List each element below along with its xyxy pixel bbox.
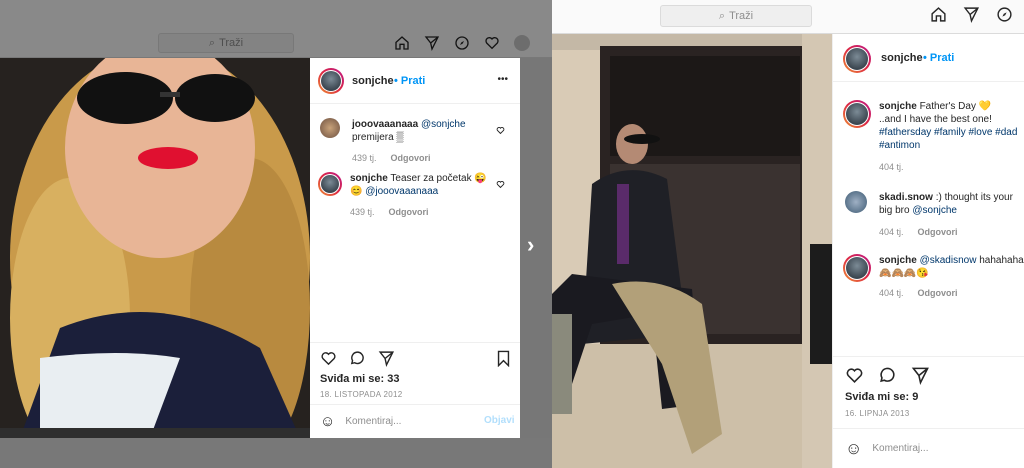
overlay	[0, 438, 552, 468]
save-icon[interactable]	[496, 350, 511, 367]
mention-link[interactable]: @sonjche	[421, 119, 466, 130]
post-photo	[0, 58, 310, 438]
comment: sonjche @skadisnow hahahaha 🙈🙈🙈😘 404 tj.…	[843, 254, 1024, 298]
right-browser-window: ⌕ Traži sonjche • Prati sonjche Father's…	[552, 0, 1024, 468]
comment-text: big bro	[879, 205, 910, 216]
post-date: 18. LISTOPADA 2012	[320, 390, 403, 399]
likes-count[interactable]: Sviđa mi se: 9	[845, 391, 918, 403]
avatar[interactable]	[843, 100, 871, 128]
nav-icons	[930, 6, 1013, 23]
post-side-panel: sonjche • Prati sonjche Father's Day 💛 .…	[832, 34, 1024, 468]
post-header: sonjche • Prati	[833, 34, 1024, 82]
search-icon: ⌕	[718, 9, 726, 22]
avatar[interactable]	[318, 172, 342, 196]
avatar[interactable]	[845, 191, 867, 213]
reply-link[interactable]: Odgovori	[918, 288, 958, 298]
reply-link[interactable]: Odgovori	[391, 153, 431, 163]
avatar[interactable]	[843, 45, 871, 73]
overlay	[0, 0, 552, 58]
post-header: sonjche • Prati •••	[310, 58, 520, 104]
comment-text: premijera ▒	[352, 132, 404, 143]
post-side-panel: sonjche • Prati ••• jooovaaanaaa @sonjch…	[310, 58, 520, 438]
divider	[833, 356, 1024, 357]
avatar[interactable]	[843, 254, 871, 282]
post-username[interactable]: sonjche	[881, 52, 923, 64]
comment: sonjche Teaser za početak 😜 😊 @jooovaaan…	[318, 172, 508, 217]
more-options-icon[interactable]: •••	[497, 74, 508, 85]
left-browser-window: ⌕ Traži sonjche • Prati ••• jooovaaanaaa…	[0, 0, 552, 468]
mention-link[interactable]: @sonjche	[912, 205, 957, 216]
mention-link[interactable]: @jooovaaanaaa	[365, 186, 438, 197]
avatar[interactable]	[318, 68, 344, 94]
emoji-icon[interactable]: ☺	[845, 439, 862, 459]
comment-placeholder: Komentiraj...	[345, 416, 402, 427]
comment: skadi.snow :) thought its your big bro @…	[845, 191, 1024, 237]
comment-username[interactable]: sonjche	[350, 173, 388, 184]
comment-time: 404 tj.	[879, 288, 904, 298]
comment-icon[interactable]	[878, 366, 897, 385]
like-comment-icon[interactable]	[496, 180, 505, 189]
comment-input[interactable]: ☺ Komentiraj...	[833, 428, 1024, 468]
direct-icon[interactable]	[963, 6, 980, 23]
comment-text: hahahaha	[979, 255, 1024, 266]
comment: jooovaaanaaa @sonjche premijera ▒ 439 tj…	[320, 118, 510, 163]
likes-count[interactable]: Sviđa mi se: 33	[320, 373, 400, 385]
post-username[interactable]: sonjche	[352, 75, 394, 87]
follow-button[interactable]: • Prati	[394, 75, 425, 87]
comment-time: 439 tj.	[352, 153, 377, 163]
comment-icon[interactable]	[349, 350, 366, 367]
comment-username[interactable]: jooovaaanaaa	[352, 119, 418, 130]
post-actions	[845, 366, 930, 385]
reply-link[interactable]: Odgovori	[389, 207, 429, 217]
follow-button[interactable]: • Prati	[923, 52, 954, 64]
like-icon[interactable]	[320, 350, 337, 367]
hashtags[interactable]: #antimon	[879, 139, 1017, 152]
comment-text: Teaser za početak 😜	[390, 173, 487, 184]
comment-placeholder: Komentiraj...	[872, 443, 929, 454]
overlay	[520, 58, 552, 438]
comment-time: 404 tj.	[879, 227, 904, 237]
post-comment-button[interactable]: Objavi	[484, 415, 515, 426]
instagram-header: ⌕ Traži	[552, 0, 1024, 34]
home-icon[interactable]	[930, 6, 947, 23]
next-post-arrow[interactable]: ›	[527, 232, 534, 258]
comment-time: 439 tj.	[350, 207, 375, 217]
comment-text: :) thought its your	[935, 192, 1013, 203]
reply-link[interactable]: Odgovori	[918, 227, 958, 237]
avatar[interactable]	[320, 118, 340, 138]
caption-time: 404 tj.	[879, 162, 904, 172]
post-photo	[552, 34, 832, 468]
search-input[interactable]: ⌕ Traži	[660, 5, 812, 27]
post-date: 16. LIPNJA 2013	[845, 409, 910, 418]
like-comment-icon[interactable]	[496, 126, 505, 135]
mention-link[interactable]: @skadisnow	[920, 255, 977, 266]
post-actions	[320, 350, 395, 367]
like-icon[interactable]	[845, 366, 864, 385]
emoji: 😊	[350, 186, 363, 197]
hashtags[interactable]: #fathersday #family #love #dad	[879, 126, 1017, 139]
comment-username[interactable]: skadi.snow	[879, 192, 933, 203]
comment-emojis: 🙈🙈🙈😘	[879, 268, 929, 279]
comment-username[interactable]: sonjche	[879, 255, 917, 266]
caption-text: Father's Day 💛	[919, 101, 992, 112]
explore-icon[interactable]	[996, 6, 1013, 23]
share-icon[interactable]	[911, 366, 930, 385]
share-icon[interactable]	[378, 350, 395, 367]
caption-username[interactable]: sonjche	[879, 101, 917, 112]
post-caption: sonjche Father's Day 💛 ..and I have the …	[843, 100, 1024, 172]
emoji-icon[interactable]: ☺	[320, 413, 335, 430]
caption-line: ..and I have the best one!	[879, 114, 992, 125]
divider	[310, 342, 520, 343]
